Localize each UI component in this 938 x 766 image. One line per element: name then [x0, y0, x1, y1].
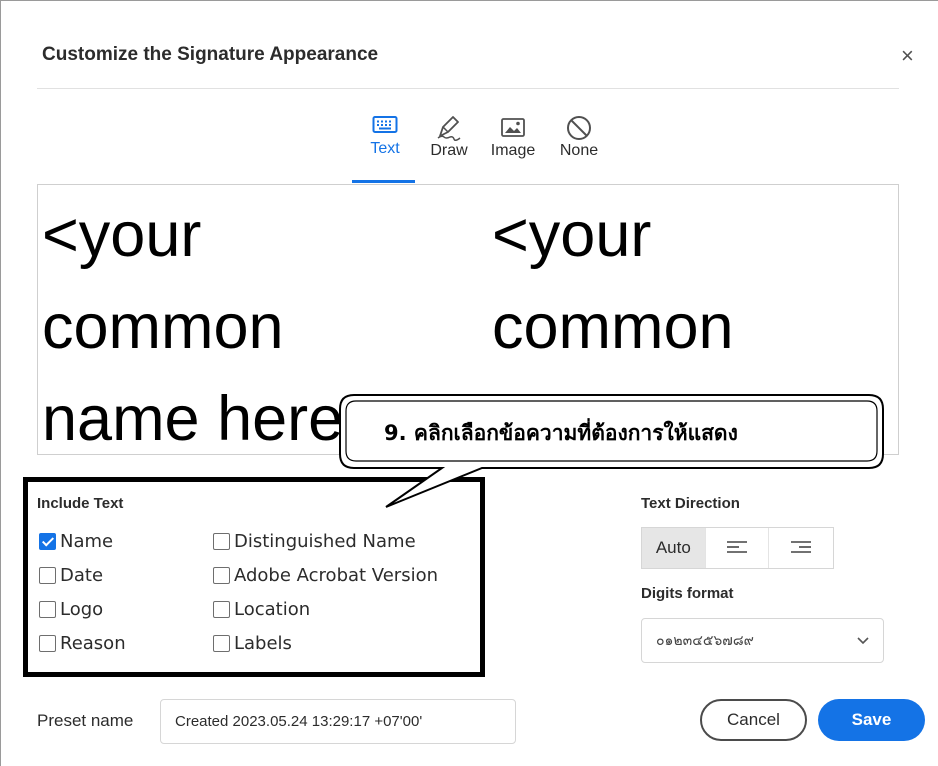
checkbox-box[interactable] [39, 533, 56, 550]
tab-label-draw: Draw [430, 142, 468, 159]
checkbox-label: Name [60, 531, 114, 552]
dialog-title: Customize the Signature Appearance [42, 44, 379, 65]
title-divider [37, 88, 899, 89]
tab-none[interactable]: None [557, 114, 601, 160]
digits-format-select[interactable]: ๐๑๒๓๔๕๖๗๘๙ [641, 618, 884, 663]
text-direction-label: Text Direction [641, 495, 740, 512]
include-text-label: Include Text [37, 495, 124, 512]
tab-label-image: Image [490, 142, 536, 159]
checkbox-box[interactable] [213, 533, 230, 550]
tab-image[interactable]: Image [489, 114, 537, 160]
checkbox-label: Logo [60, 599, 104, 620]
tab-text[interactable]: Text [365, 114, 405, 158]
checkbox-name[interactable]: Name [39, 531, 113, 552]
image-icon [501, 118, 525, 137]
tab-draw[interactable]: Draw [427, 114, 471, 160]
checkbox-box[interactable] [213, 567, 230, 584]
direction-left-button[interactable] [706, 528, 770, 568]
checkbox-box[interactable] [39, 635, 56, 652]
signature-appearance-dialog: Customize the Signature Appearance × Tex… [0, 0, 938, 766]
align-right-icon [791, 541, 812, 553]
close-icon[interactable]: × [901, 45, 914, 67]
digits-format-label: Digits format [641, 585, 734, 602]
direction-right-button[interactable] [769, 528, 833, 568]
callout-text: 9. คลิกเลือกข้อความที่ต้องการให้แสดง [384, 421, 738, 445]
none-icon [567, 116, 591, 140]
save-button[interactable]: Save [818, 699, 925, 741]
text-direction-group: Auto [641, 527, 834, 569]
checkbox-labels[interactable]: Labels [213, 633, 292, 654]
preset-name-input[interactable] [160, 699, 516, 744]
digits-format-value: ๐๑๒๓๔๕๖๗๘๙ [656, 632, 754, 649]
pen-icon [437, 116, 461, 142]
tab-label-none: None [559, 142, 599, 159]
checkbox-label: Date [60, 565, 104, 586]
checkbox-label: Reason [60, 633, 126, 654]
checkbox-box[interactable] [213, 601, 230, 618]
checkbox-label: Labels [234, 633, 292, 654]
checkbox-reason[interactable]: Reason [39, 633, 126, 654]
align-left-icon [727, 541, 747, 553]
preview-name-text: <your common name here> [42, 200, 380, 454]
checkbox-date[interactable]: Date [39, 565, 103, 586]
checkbox-logo[interactable]: Logo [39, 599, 103, 620]
checkbox-box[interactable] [39, 567, 56, 584]
checkbox-location[interactable]: Location [213, 599, 310, 620]
keyboard-icon [372, 116, 398, 133]
preset-name-label: Preset name [37, 711, 134, 730]
checkbox-label: Location [234, 599, 311, 620]
direction-auto-button[interactable]: Auto [642, 528, 706, 568]
checkbox-box[interactable] [39, 601, 56, 618]
tab-label-text: Text [370, 140, 400, 157]
cancel-button[interactable]: Cancel [700, 699, 807, 741]
chevron-down-icon [857, 636, 869, 644]
checkbox-box[interactable] [213, 635, 230, 652]
active-tab-indicator [352, 180, 415, 183]
